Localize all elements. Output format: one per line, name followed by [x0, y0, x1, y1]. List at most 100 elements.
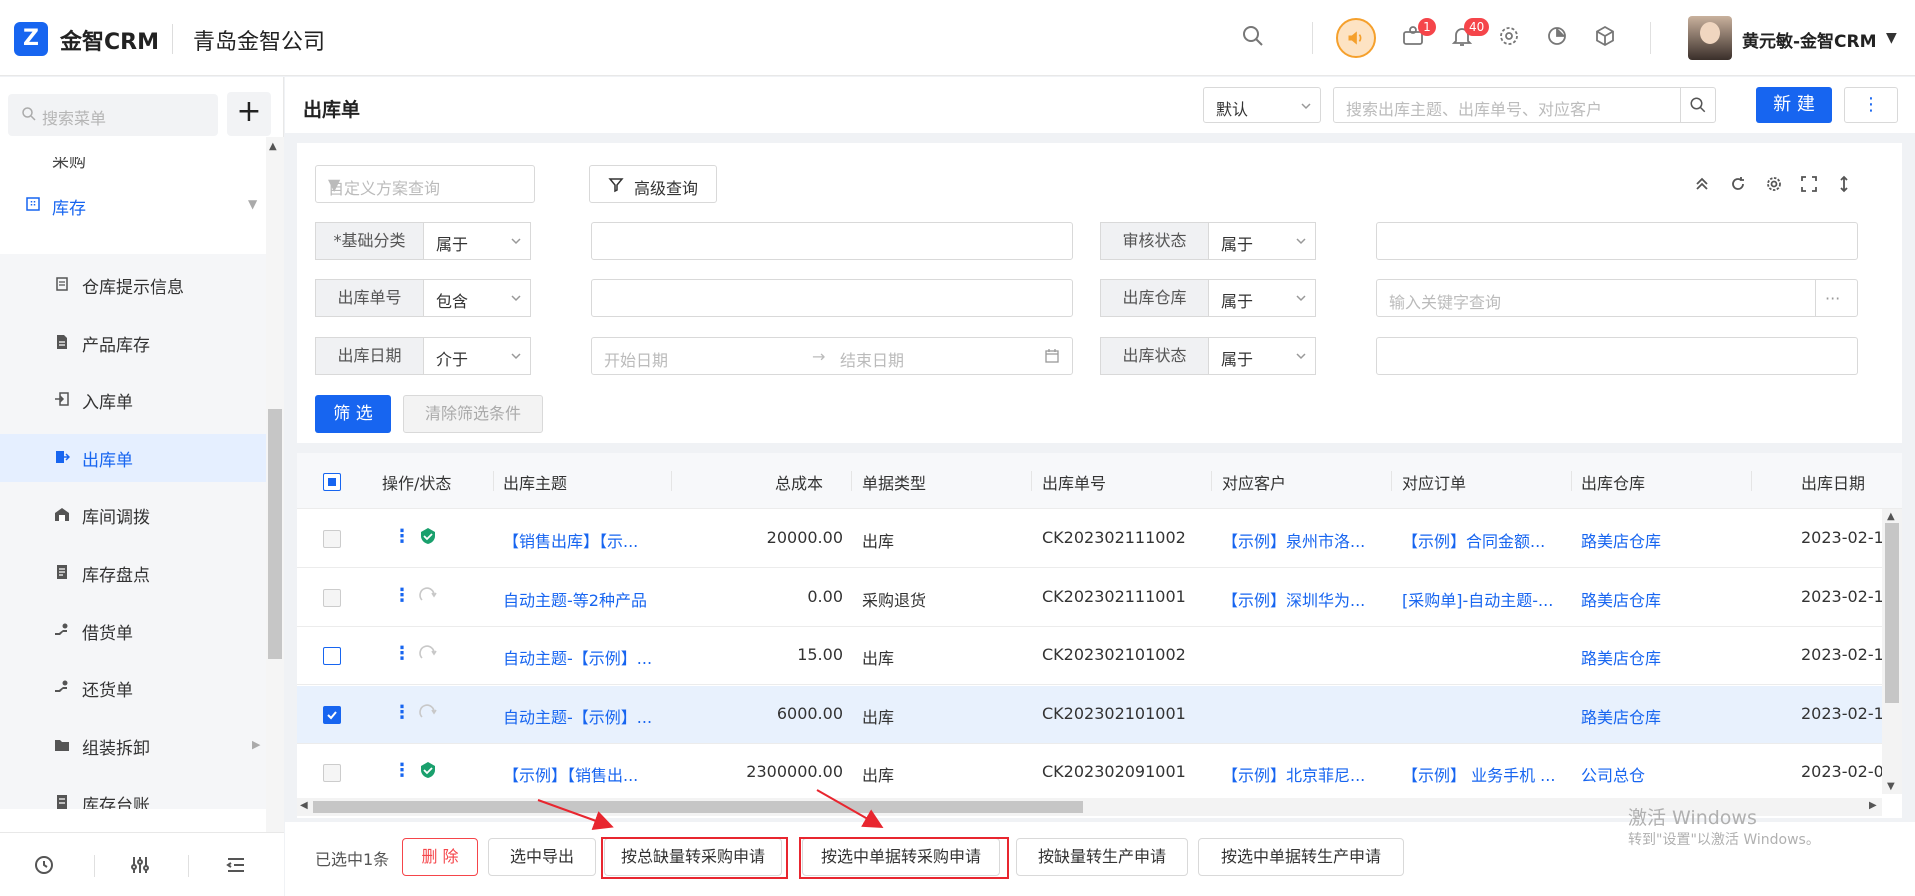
cell-warehouse[interactable]: 公司总仓 — [1581, 762, 1645, 786]
avatar[interactable] — [1688, 16, 1732, 60]
settings-icon[interactable] — [1765, 175, 1783, 193]
filter-op-audit-status[interactable]: 属于 — [1208, 222, 1316, 260]
table-row[interactable]: ⋮ 【销售出库】【示... 20000.00 出库 CK202302111002 【示例】… — [297, 510, 1894, 568]
filter-value-order-no[interactable] — [591, 279, 1073, 317]
chevron-down-icon[interactable]: ▼ — [1886, 30, 1897, 46]
cell-subject[interactable]: 自动主题-【示例】... — [503, 645, 652, 669]
cell-customer[interactable]: 【示例】泉州市洛... — [1222, 528, 1365, 552]
cell-subject[interactable]: 【示例】【销售出... — [503, 762, 638, 786]
gear-icon[interactable] — [1495, 24, 1523, 52]
sidebar-group-inventory[interactable]: 库存 ▼ — [0, 181, 266, 229]
scheme-select[interactable]: 自定义方案查询 ▼ — [315, 165, 535, 203]
sidebar-item-5[interactable]: 库存盘点 — [0, 549, 266, 597]
collapse-menu-icon[interactable] — [224, 853, 248, 877]
cell-warehouse[interactable]: 路美店仓库 — [1581, 528, 1661, 552]
production-by-shortage-button[interactable]: 按缺量转生产申请 — [1016, 838, 1188, 876]
column-header[interactable]: 单据类型 — [862, 470, 926, 494]
sidebar-item-0[interactable]: 仓库提示信息 — [0, 261, 266, 309]
cell-warehouse[interactable]: 路美店仓库 — [1581, 704, 1661, 728]
filter-op-order-no[interactable]: 包含 — [423, 279, 531, 317]
cube-icon[interactable] — [1591, 24, 1619, 52]
sidebar-item-purchase[interactable]: 采购 — [0, 157, 266, 177]
row-checkbox[interactable] — [323, 705, 341, 724]
sidebar-item-8[interactable]: 组装拆卸 ▶ — [0, 722, 266, 770]
sidebar-item-6[interactable]: 借货单 — [0, 607, 266, 655]
column-header[interactable]: 总成本 — [775, 470, 823, 494]
menu-search-input[interactable]: 搜索菜单 — [8, 94, 218, 136]
production-by-selection-button[interactable]: 按选中单据转生产申请 — [1198, 838, 1404, 876]
scroll-up-icon[interactable]: ▲ — [1887, 511, 1895, 522]
cell-order[interactable]: 【示例】 业务手机 ... — [1402, 762, 1555, 786]
filter-value-warehouse[interactable]: 输入关键字查询 — [1376, 279, 1816, 317]
column-header[interactable]: 出库单号 — [1042, 470, 1106, 494]
advanced-query-button[interactable]: 高级查询 — [589, 165, 717, 203]
search-input[interactable]: 搜索出库主题、出库单号、对应客户 — [1333, 87, 1681, 123]
cell-warehouse[interactable]: 路美店仓库 — [1581, 645, 1661, 669]
filter-op-warehouse[interactable]: 属于 — [1208, 279, 1316, 317]
fullscreen-icon[interactable] — [1800, 175, 1818, 193]
username[interactable]: 黄元敏-金智CRM — [1742, 27, 1877, 52]
announcement-icon[interactable] — [1336, 18, 1376, 58]
pie-chart-icon[interactable] — [1543, 24, 1571, 52]
search-icon[interactable] — [1239, 24, 1267, 52]
cell-order[interactable]: 【示例】合同金额... — [1402, 528, 1545, 552]
filter-value-category[interactable] — [591, 222, 1073, 260]
cell-customer[interactable]: 【示例】深圳华为... — [1222, 587, 1365, 611]
scroll-up-icon[interactable]: ▲ — [269, 141, 277, 152]
row-height-icon[interactable] — [1835, 175, 1853, 193]
search-button[interactable] — [1680, 87, 1716, 123]
table-row[interactable]: ⋮ 自动主题-【示例】... 15.00 出库 CK202302101002 路美店仓库 2… — [297, 627, 1894, 686]
filter-button[interactable]: 筛 选 — [315, 395, 391, 433]
row-menu-icon[interactable]: ⋮ — [393, 643, 411, 664]
sidebar-item-3[interactable]: 出库单 — [0, 433, 266, 482]
new-button[interactable]: 新 建 — [1756, 87, 1832, 123]
sidebar-item-7[interactable]: 还货单 — [0, 664, 266, 712]
sidebar-item-4[interactable]: 库间调拨 — [0, 491, 266, 539]
clear-filter-button[interactable]: 清除筛选条件 — [403, 395, 543, 433]
filter-op-date[interactable]: 介于 — [423, 337, 531, 375]
column-header[interactable]: 对应客户 — [1222, 470, 1286, 494]
column-header[interactable]: 出库日期 — [1801, 470, 1865, 494]
view-select[interactable]: 默认 — [1203, 87, 1321, 123]
row-menu-icon[interactable]: ⋮ — [393, 702, 411, 723]
sidebar-item-2[interactable]: 入库单 — [0, 376, 266, 424]
date-range-input[interactable]: 开始日期 → 结束日期 — [591, 337, 1073, 375]
scrollbar-thumb[interactable] — [1885, 523, 1899, 703]
refresh-icon[interactable] — [1729, 175, 1747, 193]
table-row[interactable]: ⋮ 自动主题-【示例】... 6000.00 出库 CK202302101001 路美店仓… — [297, 685, 1894, 744]
column-header[interactable]: 出库仓库 — [1581, 470, 1645, 494]
more-button[interactable]: ⋮ — [1844, 87, 1898, 123]
cell-order[interactable]: [采购单]-自动主题-... — [1402, 587, 1553, 611]
cell-subject[interactable]: 自动主题-【示例】... — [503, 704, 652, 728]
row-checkbox[interactable] — [323, 647, 341, 666]
table-row[interactable]: ⋮ 【示例】【销售出... 2300000.00 出库 CK202302091001 【示… — [297, 744, 1894, 803]
column-header[interactable]: 操作/状态 — [382, 470, 451, 494]
collapse-up-icon[interactable] — [1693, 175, 1711, 193]
cell-warehouse[interactable]: 路美店仓库 — [1581, 587, 1661, 611]
scroll-down-icon[interactable]: ▼ — [1887, 781, 1895, 792]
column-header[interactable]: 出库主题 — [503, 470, 567, 494]
add-menu-button[interactable]: + — [227, 92, 271, 136]
row-menu-icon[interactable]: ⋮ — [393, 760, 411, 781]
table-row[interactable]: ⋮ 自动主题-等2种产品 0.00 采购退货 CK202302111001 【示例】深圳华… — [297, 569, 1894, 627]
sidebar-item-9[interactable]: 库存台账 — [0, 779, 266, 809]
column-header[interactable]: 对应订单 — [1402, 470, 1466, 494]
sliders-icon[interactable] — [128, 853, 152, 877]
cell-customer[interactable]: 【示例】北京菲尼... — [1222, 762, 1365, 786]
row-menu-icon[interactable]: ⋮ — [393, 526, 411, 547]
filter-op-out-status[interactable]: 属于 — [1208, 337, 1316, 375]
row-menu-icon[interactable]: ⋮ — [393, 585, 411, 606]
cell-subject[interactable]: 【销售出库】【示... — [503, 528, 638, 552]
scrollbar-thumb[interactable] — [313, 801, 1083, 813]
filter-value-audit-status[interactable] — [1376, 222, 1858, 260]
export-selected-button[interactable]: 选中导出 — [488, 838, 596, 876]
table-vertical-scrollbar[interactable]: ▲ ▼ — [1882, 509, 1902, 794]
warehouse-lookup-button[interactable]: ··· — [1815, 279, 1858, 317]
filter-op-category[interactable]: 属于 — [423, 222, 531, 260]
scroll-left-icon[interactable]: ◀ — [300, 800, 308, 811]
scrollbar-thumb[interactable] — [268, 409, 282, 659]
delete-button[interactable]: 删 除 — [402, 838, 478, 876]
history-icon[interactable] — [32, 853, 56, 877]
cell-subject[interactable]: 自动主题-等2种产品 — [503, 587, 647, 611]
sidebar-item-1[interactable]: 产品库存 — [0, 319, 266, 367]
